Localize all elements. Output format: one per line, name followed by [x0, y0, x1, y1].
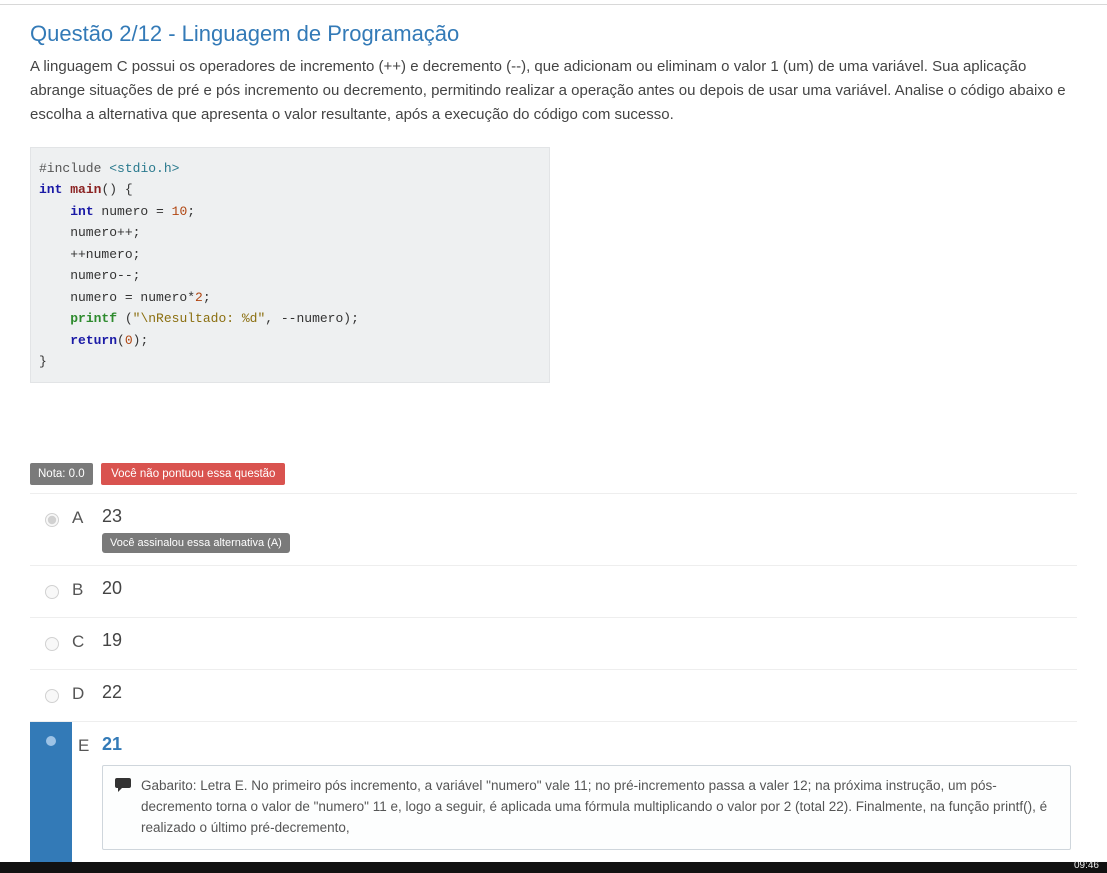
answer-row-d[interactable]: D 22: [30, 670, 1077, 722]
code-text: numero--;: [39, 268, 140, 283]
answer-value-a: 23: [102, 506, 1077, 527]
code-text: numero = numero*: [39, 290, 195, 305]
code-text: );: [133, 333, 149, 348]
question-page: Questão 2/12 - Linguagem de Programação …: [0, 5, 1107, 862]
answer-value-cell: 23 Você assinalou essa alternativa (A): [102, 506, 1077, 553]
gabarito-box: Gabarito: Letra E. No primeiro pós incre…: [102, 765, 1071, 850]
answer-row-a[interactable]: A 23 Você assinalou essa alternativa (A): [30, 494, 1077, 566]
taskbar: 09:46: [0, 862, 1107, 873]
score-badges: Nota: 0.0 Você não pontuou essa questão: [30, 463, 1077, 485]
correct-dot-icon: [46, 736, 56, 746]
code-kw: return: [70, 333, 117, 348]
radio-cell: [30, 682, 72, 709]
taskbar-time: 09:46: [1074, 860, 1099, 871]
radio-cell: [30, 630, 72, 657]
selected-tag: Você assinalou essa alternativa (A): [102, 533, 290, 553]
correct-indicator: [30, 722, 72, 862]
answer-value-cell: 22: [102, 682, 1077, 703]
code-text: (: [117, 333, 125, 348]
answer-value-d: 22: [102, 682, 1077, 703]
code-text: () {: [101, 182, 132, 197]
answer-letter: E: [72, 734, 102, 756]
code-text: numero++;: [39, 225, 140, 240]
answer-letter: B: [72, 578, 102, 600]
answer-value-cell: 20: [102, 578, 1077, 599]
answer-row-b[interactable]: B 20: [30, 566, 1077, 618]
question-title: Questão 2/12 - Linguagem de Programação: [30, 21, 1077, 47]
answer-row-e[interactable]: E 21 Gabarito: Letra E. No primeiro pós …: [30, 722, 1077, 862]
code-call: printf: [70, 311, 117, 326]
answers-list: A 23 Você assinalou essa alternativa (A)…: [30, 493, 1077, 862]
comment-icon: [115, 778, 131, 839]
radio-cell: [30, 578, 72, 605]
code-header: <stdio.h>: [109, 161, 179, 176]
answer-value-c: 19: [102, 630, 1077, 651]
question-prompt: A linguagem C possui os operadores de in…: [30, 55, 1077, 127]
answer-radio-c[interactable]: [45, 637, 59, 651]
code-preproc: #include: [39, 161, 101, 176]
radio-cell: [30, 506, 72, 553]
answer-value-cell: 19: [102, 630, 1077, 651]
answer-value-cell: 21 Gabarito: Letra E. No primeiro pós in…: [102, 734, 1077, 850]
answer-value-b: 20: [102, 578, 1077, 599]
code-text: }: [39, 354, 47, 369]
gabarito-text: Gabarito: Letra E. No primeiro pós incre…: [141, 776, 1058, 839]
code-num: 10: [172, 204, 188, 219]
code-kw: int: [70, 204, 93, 219]
code-text: numero =: [94, 204, 172, 219]
code-kw: int: [39, 182, 62, 197]
code-fn: main: [70, 182, 101, 197]
answer-radio-d[interactable]: [45, 689, 59, 703]
code-str: "\nResultado: %d": [133, 311, 266, 326]
code-text: , --numero);: [265, 311, 359, 326]
answer-letter: C: [72, 630, 102, 652]
score-badge: Nota: 0.0: [30, 463, 93, 485]
answer-row-c[interactable]: C 19: [30, 618, 1077, 670]
code-text: (: [117, 311, 133, 326]
code-text: ++numero;: [39, 247, 140, 262]
code-num: 2: [195, 290, 203, 305]
answer-radio-a[interactable]: [45, 513, 59, 527]
code-snippet: #include <stdio.h> int main() { int nume…: [30, 147, 550, 383]
answer-letter: A: [72, 506, 102, 528]
answer-letter: D: [72, 682, 102, 704]
code-num: 0: [125, 333, 133, 348]
answer-radio-b[interactable]: [45, 585, 59, 599]
fail-badge: Você não pontuou essa questão: [101, 463, 285, 485]
answer-value-e: 21: [102, 734, 1071, 755]
